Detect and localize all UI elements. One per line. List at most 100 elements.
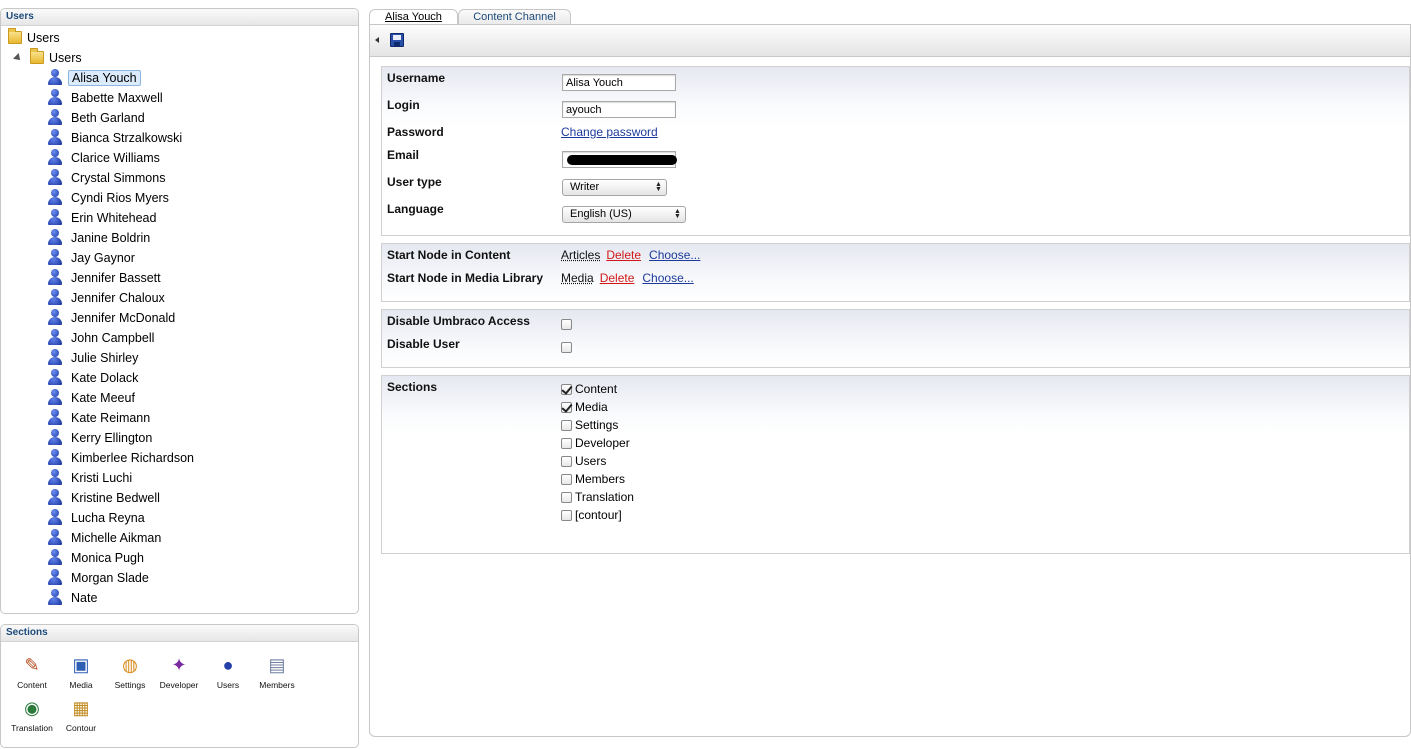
section-content[interactable]: ✎ Content	[8, 653, 56, 690]
section-option-label: Content	[575, 382, 618, 396]
user-tree-item[interactable]: Jay Gaynor	[48, 248, 138, 268]
user-tree-item[interactable]: Janine Boldrin	[48, 228, 153, 248]
user-icon	[48, 349, 62, 365]
user-tree-item[interactable]: Monica Pugh	[48, 548, 147, 568]
user-type-select[interactable]: Writer ▲ ▼	[562, 179, 667, 196]
user-tree-item-label: Kate Dolack	[71, 371, 139, 385]
save-icon[interactable]	[390, 33, 404, 47]
user-tree-item-label: Janine Boldrin	[71, 231, 151, 245]
user-tree-item[interactable]: Beth Garland	[48, 108, 148, 128]
user-tree-item-label: Clarice Williams	[71, 151, 160, 165]
language-label: Language	[387, 202, 444, 216]
section-option-checkbox[interactable]	[561, 474, 572, 485]
tree-root-users[interactable]: Users	[8, 28, 60, 48]
user-tree-item[interactable]: Jennifer Chaloux	[48, 288, 168, 308]
user-tree-item-label: Jay Gaynor	[71, 251, 135, 265]
start-nodes-pane: Start Node in Content Articles Delete Choo…	[381, 243, 1410, 302]
user-tree-item-label: Jennifer Chaloux	[71, 291, 165, 305]
section-settings[interactable]: ◍ Settings	[106, 653, 154, 690]
disable-user-checkbox[interactable]	[561, 342, 572, 353]
login-input[interactable]: ayouch	[562, 101, 676, 118]
user-tree-item[interactable]: Morgan Slade	[48, 568, 152, 588]
delete-media-node-link[interactable]: Delete	[600, 271, 635, 285]
user-tree-item[interactable]: Kerry Ellington	[48, 428, 155, 448]
section-translation[interactable]: ◉ Translation	[8, 696, 56, 733]
user-tree-item[interactable]: John Campbell	[48, 328, 157, 348]
section-contour[interactable]: ▦ Contour	[57, 696, 105, 733]
user-tree-item-label: John Campbell	[71, 331, 155, 345]
user-tree-item[interactable]: Crystal Simmons	[48, 168, 168, 188]
tree-folder-users[interactable]: Users	[13, 48, 82, 68]
user-tree-item[interactable]: Clarice Williams	[48, 148, 163, 168]
section-option-checkbox[interactable]	[561, 492, 572, 503]
user-tree-item[interactable]: Jennifer McDonald	[48, 308, 178, 328]
sections-form-pane: Sections Content Media Settings Developer Us…	[381, 375, 1410, 554]
user-tree-item[interactable]: Jennifer Bassett	[48, 268, 164, 288]
section-option-checkbox[interactable]	[561, 456, 572, 467]
user-tree-item[interactable]: Kate Dolack	[48, 368, 141, 388]
users-tree[interactable]: Users Users Alisa Youch Babette Maxwell Be…	[1, 26, 358, 612]
user-tree-item[interactable]: Erin Whitehead	[48, 208, 159, 228]
user-tree-item[interactable]: Babette Maxwell	[48, 88, 166, 108]
user-tree-item-label: Julie Shirley	[71, 351, 139, 365]
section-label: Users	[216, 680, 240, 690]
user-tree-item[interactable]: Kate Reimann	[48, 408, 153, 428]
username-input[interactable]: Alisa Youch	[562, 74, 676, 91]
section-option-label: Developer	[575, 436, 630, 450]
settings-color-wheel-icon: ◍	[122, 655, 138, 675]
section-label: Settings	[114, 680, 146, 690]
start-node-media-label: Start Node in Media Library	[387, 271, 544, 285]
user-tree-item[interactable]: Cyndi Rios Myers	[48, 188, 172, 208]
editor-toolbar	[370, 25, 1410, 57]
users-panel-title: Users	[1, 9, 358, 26]
section-media[interactable]: ▣ Media	[57, 653, 105, 690]
user-tree-item[interactable]: Kristi Luchi	[48, 468, 135, 488]
user-icon	[48, 249, 62, 265]
user-type-label: User type	[387, 175, 442, 189]
content-edit-icon: ✎	[24, 655, 40, 675]
tab-content-channel[interactable]: Content Channel	[458, 9, 571, 25]
choose-content-node-link[interactable]: Choose...	[649, 248, 700, 262]
section-developer[interactable]: ✦ Developer	[155, 653, 203, 690]
collapse-arrow-icon[interactable]	[375, 37, 379, 43]
user-tree-item-label: Lucha Reyna	[71, 511, 145, 525]
tree-root-label: Users	[27, 31, 60, 45]
section-option-checkbox[interactable]	[561, 438, 572, 449]
section-option-checkbox[interactable]	[561, 510, 572, 521]
section-option-checkbox[interactable]	[561, 420, 572, 431]
user-tree-item-label: Crystal Simmons	[71, 171, 166, 185]
user-icon	[48, 269, 62, 285]
user-tree-item[interactable]: Alisa Youch	[48, 68, 141, 88]
user-tree-item-label: Kate Meeuf	[71, 391, 135, 405]
user-tree-item-label: Monica Pugh	[71, 551, 144, 565]
section-users[interactable]: ● Users	[204, 653, 252, 690]
user-icon	[48, 589, 62, 605]
user-tree-item-label: Beth Garland	[71, 111, 145, 125]
choose-media-node-link[interactable]: Choose...	[642, 271, 693, 285]
disable-umbraco-access-checkbox[interactable]	[561, 319, 572, 330]
user-icon	[48, 489, 62, 505]
user-tree-item-label: Kristine Bedwell	[71, 491, 160, 505]
language-select[interactable]: English (US) ▲ ▼	[562, 206, 686, 223]
user-tree-item[interactable]: Nate	[48, 588, 100, 608]
user-tree-item[interactable]: Kimberlee Richardson	[48, 448, 197, 468]
members-card-icon: ▤	[268, 655, 286, 675]
user-tree-item[interactable]: Julie Shirley	[48, 348, 141, 368]
section-option-checkbox[interactable]	[561, 384, 572, 395]
user-icon	[48, 429, 62, 445]
user-tree-item[interactable]: Lucha Reyna	[48, 508, 148, 528]
delete-content-node-link[interactable]: Delete	[606, 248, 641, 262]
email-input[interactable]	[562, 151, 677, 168]
section-option-checkbox[interactable]	[561, 402, 572, 413]
section-option: Content	[561, 380, 617, 398]
user-tree-item[interactable]: Kate Meeuf	[48, 388, 138, 408]
user-tree-item[interactable]: Kristine Bedwell	[48, 488, 163, 508]
user-icon	[48, 369, 62, 385]
expand-arrow-icon[interactable]	[13, 53, 23, 63]
select-updown-icon: ▲ ▼	[655, 181, 662, 193]
section-members[interactable]: ▤ Members	[253, 653, 301, 690]
change-password-link[interactable]: Change password	[561, 125, 658, 139]
user-tree-item[interactable]: Michelle Aikman	[48, 528, 164, 548]
user-tree-item-label: Jennifer Bassett	[71, 271, 161, 285]
user-tree-item[interactable]: Bianca Strzalkowski	[48, 128, 185, 148]
